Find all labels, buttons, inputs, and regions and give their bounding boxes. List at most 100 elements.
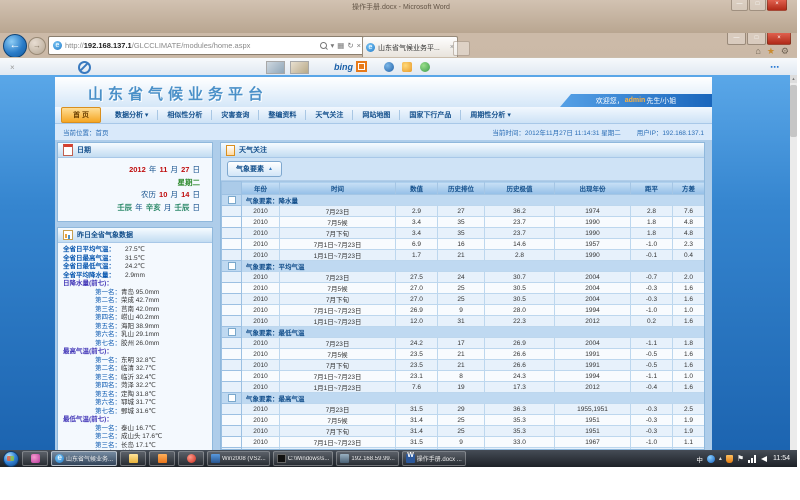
toolbar-app-icon-3[interactable] — [420, 62, 430, 72]
bing-logo-text: bing — [334, 62, 353, 72]
date-panel-body: 2012 年 11 月 27 日星期二农历 10 月 14 日壬辰 年 辛亥 月… — [58, 158, 212, 221]
blocked-badge-icon[interactable] — [78, 61, 91, 74]
table-cell: 1月1日~7月23日 — [280, 316, 396, 327]
tray-app-icon[interactable] — [707, 455, 715, 463]
toolbar-thumbnail-1[interactable] — [266, 61, 285, 74]
browser-tab[interactable]: e 山东省气候业务平... × — [362, 36, 458, 58]
group-row[interactable]: 气象要素：最低气温 — [222, 327, 705, 338]
scroll-up-icon[interactable]: ▲ — [790, 75, 797, 83]
refresh-icon[interactable]: ↻ — [347, 41, 353, 50]
group-row[interactable]: 气象要素：最高气温 — [222, 393, 705, 404]
bg-close-icon[interactable]: × — [767, 0, 787, 11]
nav-item[interactable]: 首 页 — [61, 107, 101, 123]
breadcrumb-location[interactable]: 当前位置：首页 — [63, 127, 109, 137]
nav-item[interactable]: 相似性分析 — [158, 110, 212, 120]
address-bar[interactable]: e http://192.168.137.1/GLCCLIMATE/module… — [48, 36, 366, 55]
taskbar-button-rdp[interactable]: 192.168.59.99... — [336, 451, 398, 466]
address-dropdown-icon[interactable]: ▾ — [330, 41, 334, 50]
window-close-button[interactable]: × — [767, 33, 791, 45]
table-row[interactable]: 20101月1日~7月23日7.61917.32012-0.41.6 — [222, 382, 705, 393]
group-row[interactable]: 气象要素：降水量 — [222, 195, 705, 206]
table-row[interactable]: 20107月23日31.52936.31955,1951-0.32.5 — [222, 404, 705, 415]
search-icon[interactable] — [320, 42, 327, 49]
nav-item[interactable]: 国家下行产品 — [400, 110, 461, 120]
bg-maximize-icon[interactable]: □ — [749, 0, 766, 11]
volume-icon[interactable] — [761, 456, 767, 462]
more-options-icon[interactable]: ⋯ — [770, 62, 779, 73]
tools-gear-icon[interactable]: ⚙ — [781, 46, 789, 57]
toolbar-app-icon-2[interactable] — [402, 62, 412, 72]
rank-label: 第六名： — [95, 399, 121, 408]
taskbar-button-orange[interactable] — [149, 451, 175, 466]
start-button[interactable] — [3, 451, 19, 467]
table-row[interactable]: 20107月5候3.43523.719901.84.8 — [222, 217, 705, 228]
date-segment: 27 — [181, 165, 189, 174]
new-tab-button[interactable] — [453, 41, 470, 56]
table-row[interactable]: 20107月23日27.52430.72004-0.72.0 — [222, 272, 705, 283]
nav-item[interactable]: 数据分析 ▾ — [106, 110, 158, 120]
table-cell: 25 — [438, 415, 485, 426]
table-row[interactable]: 20107月下旬31.42535.31951-0.31.9 — [222, 426, 705, 437]
clock[interactable]: 11:54 — [773, 455, 790, 462]
table-row[interactable]: 20107月1日~7月23日31.5933.01967-1.01.1 — [222, 437, 705, 448]
taskbar-button-ie[interactable]: 山东省气候业务... — [51, 451, 117, 466]
table-cell: 0.2 — [631, 316, 673, 327]
table-cell: 36.2 — [485, 206, 555, 217]
table-row[interactable]: 20107月1日~7月23日23.1824.31994-1.11.0 — [222, 371, 705, 382]
nav-item[interactable]: 网站地图 — [353, 110, 400, 120]
table-row[interactable]: 20107月23日2.92736.219742.87.6 — [222, 206, 705, 217]
rank-line: 第四名：崂山 40.2mm — [58, 314, 212, 323]
taskbar-button-cmd[interactable]: C:\Windows\s... — [273, 451, 334, 466]
group-checkbox[interactable] — [228, 196, 236, 204]
table-row[interactable]: 20107月5候23.52126.61991-0.51.6 — [222, 349, 705, 360]
table-row[interactable]: 20107月下旬3.43523.719901.84.8 — [222, 228, 705, 239]
toolbar-thumbnail-2[interactable] — [290, 61, 309, 74]
toolbar-close-icon[interactable]: × — [10, 63, 15, 72]
scroll-thumb[interactable] — [790, 85, 797, 137]
nav-item[interactable]: 整编资料 — [259, 110, 306, 120]
window-minimize-button[interactable]: — — [727, 33, 746, 45]
tray-show-hidden-icon[interactable]: ▴ — [719, 455, 722, 462]
bg-minimize-icon[interactable]: — — [731, 0, 748, 11]
favorites-star-icon[interactable]: ★ — [767, 46, 775, 57]
forward-button[interactable]: → — [28, 37, 46, 55]
toolbar-app-icon-1[interactable] — [384, 62, 394, 72]
home-icon[interactable]: ⌂ — [755, 46, 760, 57]
nav-item[interactable]: 灾害查询 — [212, 110, 259, 120]
group-checkbox[interactable] — [228, 328, 236, 336]
stop-icon[interactable]: × — [357, 41, 361, 50]
group-row[interactable]: 气象要素：平均气温 — [222, 261, 705, 272]
group-checkbox[interactable] — [228, 394, 236, 402]
background-window-controls: — □ × — [731, 0, 787, 11]
taskbar-button-vm[interactable]: Win2008 (VS2... — [207, 451, 270, 466]
table-cell: 2.8 — [485, 250, 555, 261]
compatibility-view-icon[interactable]: ▦ — [337, 41, 344, 50]
taskbar-button-folder[interactable] — [120, 451, 146, 466]
table-row[interactable]: 20107月下旬27.02530.52004-0.31.6 — [222, 294, 705, 305]
tray-security-icon[interactable] — [726, 455, 733, 463]
taskbar-button-pink[interactable] — [22, 451, 48, 466]
group-checkbox[interactable] — [228, 262, 236, 270]
element-filter-button[interactable]: 气象要素 ▲ — [227, 161, 282, 177]
nav-item[interactable]: 周期性分析 ▾ — [461, 110, 519, 120]
rank-label: 第一名： — [95, 425, 121, 434]
nav-item[interactable]: 天气关注 — [306, 110, 353, 120]
taskbar-button-red[interactable] — [178, 451, 204, 466]
back-button[interactable]: ← — [3, 34, 27, 58]
bing-logo[interactable]: bing — [334, 61, 367, 72]
table-cell: 2010 — [242, 415, 280, 426]
language-indicator[interactable]: 中 — [696, 454, 703, 464]
action-center-flag-icon[interactable]: ⚑ — [737, 455, 744, 463]
table-row[interactable]: 20101月1日~7月23日12.03122.320120.21.6 — [222, 316, 705, 327]
scrollbar[interactable]: ▲ — [790, 75, 797, 450]
table-row[interactable]: 20107月1日~7月23日6.91614.61957-1.02.3 — [222, 239, 705, 250]
table-row[interactable]: 20107月5候27.02530.52004-0.31.6 — [222, 283, 705, 294]
table-row[interactable]: 20107月23日24.21726.92004-1.11.8 — [222, 338, 705, 349]
table-row[interactable]: 20107月5候31.42535.31951-0.31.9 — [222, 415, 705, 426]
network-icon[interactable] — [748, 455, 757, 463]
window-maximize-button[interactable]: □ — [747, 33, 766, 45]
taskbar-button-word[interactable]: 操作手册.docx ... — [402, 451, 466, 466]
table-row[interactable]: 20107月下旬23.52126.61991-0.51.6 — [222, 360, 705, 371]
table-row[interactable]: 20107月1日~7月23日26.9928.01994-1.01.0 — [222, 305, 705, 316]
table-row[interactable]: 20101月1日~7月23日1.7212.81990-0.10.4 — [222, 250, 705, 261]
